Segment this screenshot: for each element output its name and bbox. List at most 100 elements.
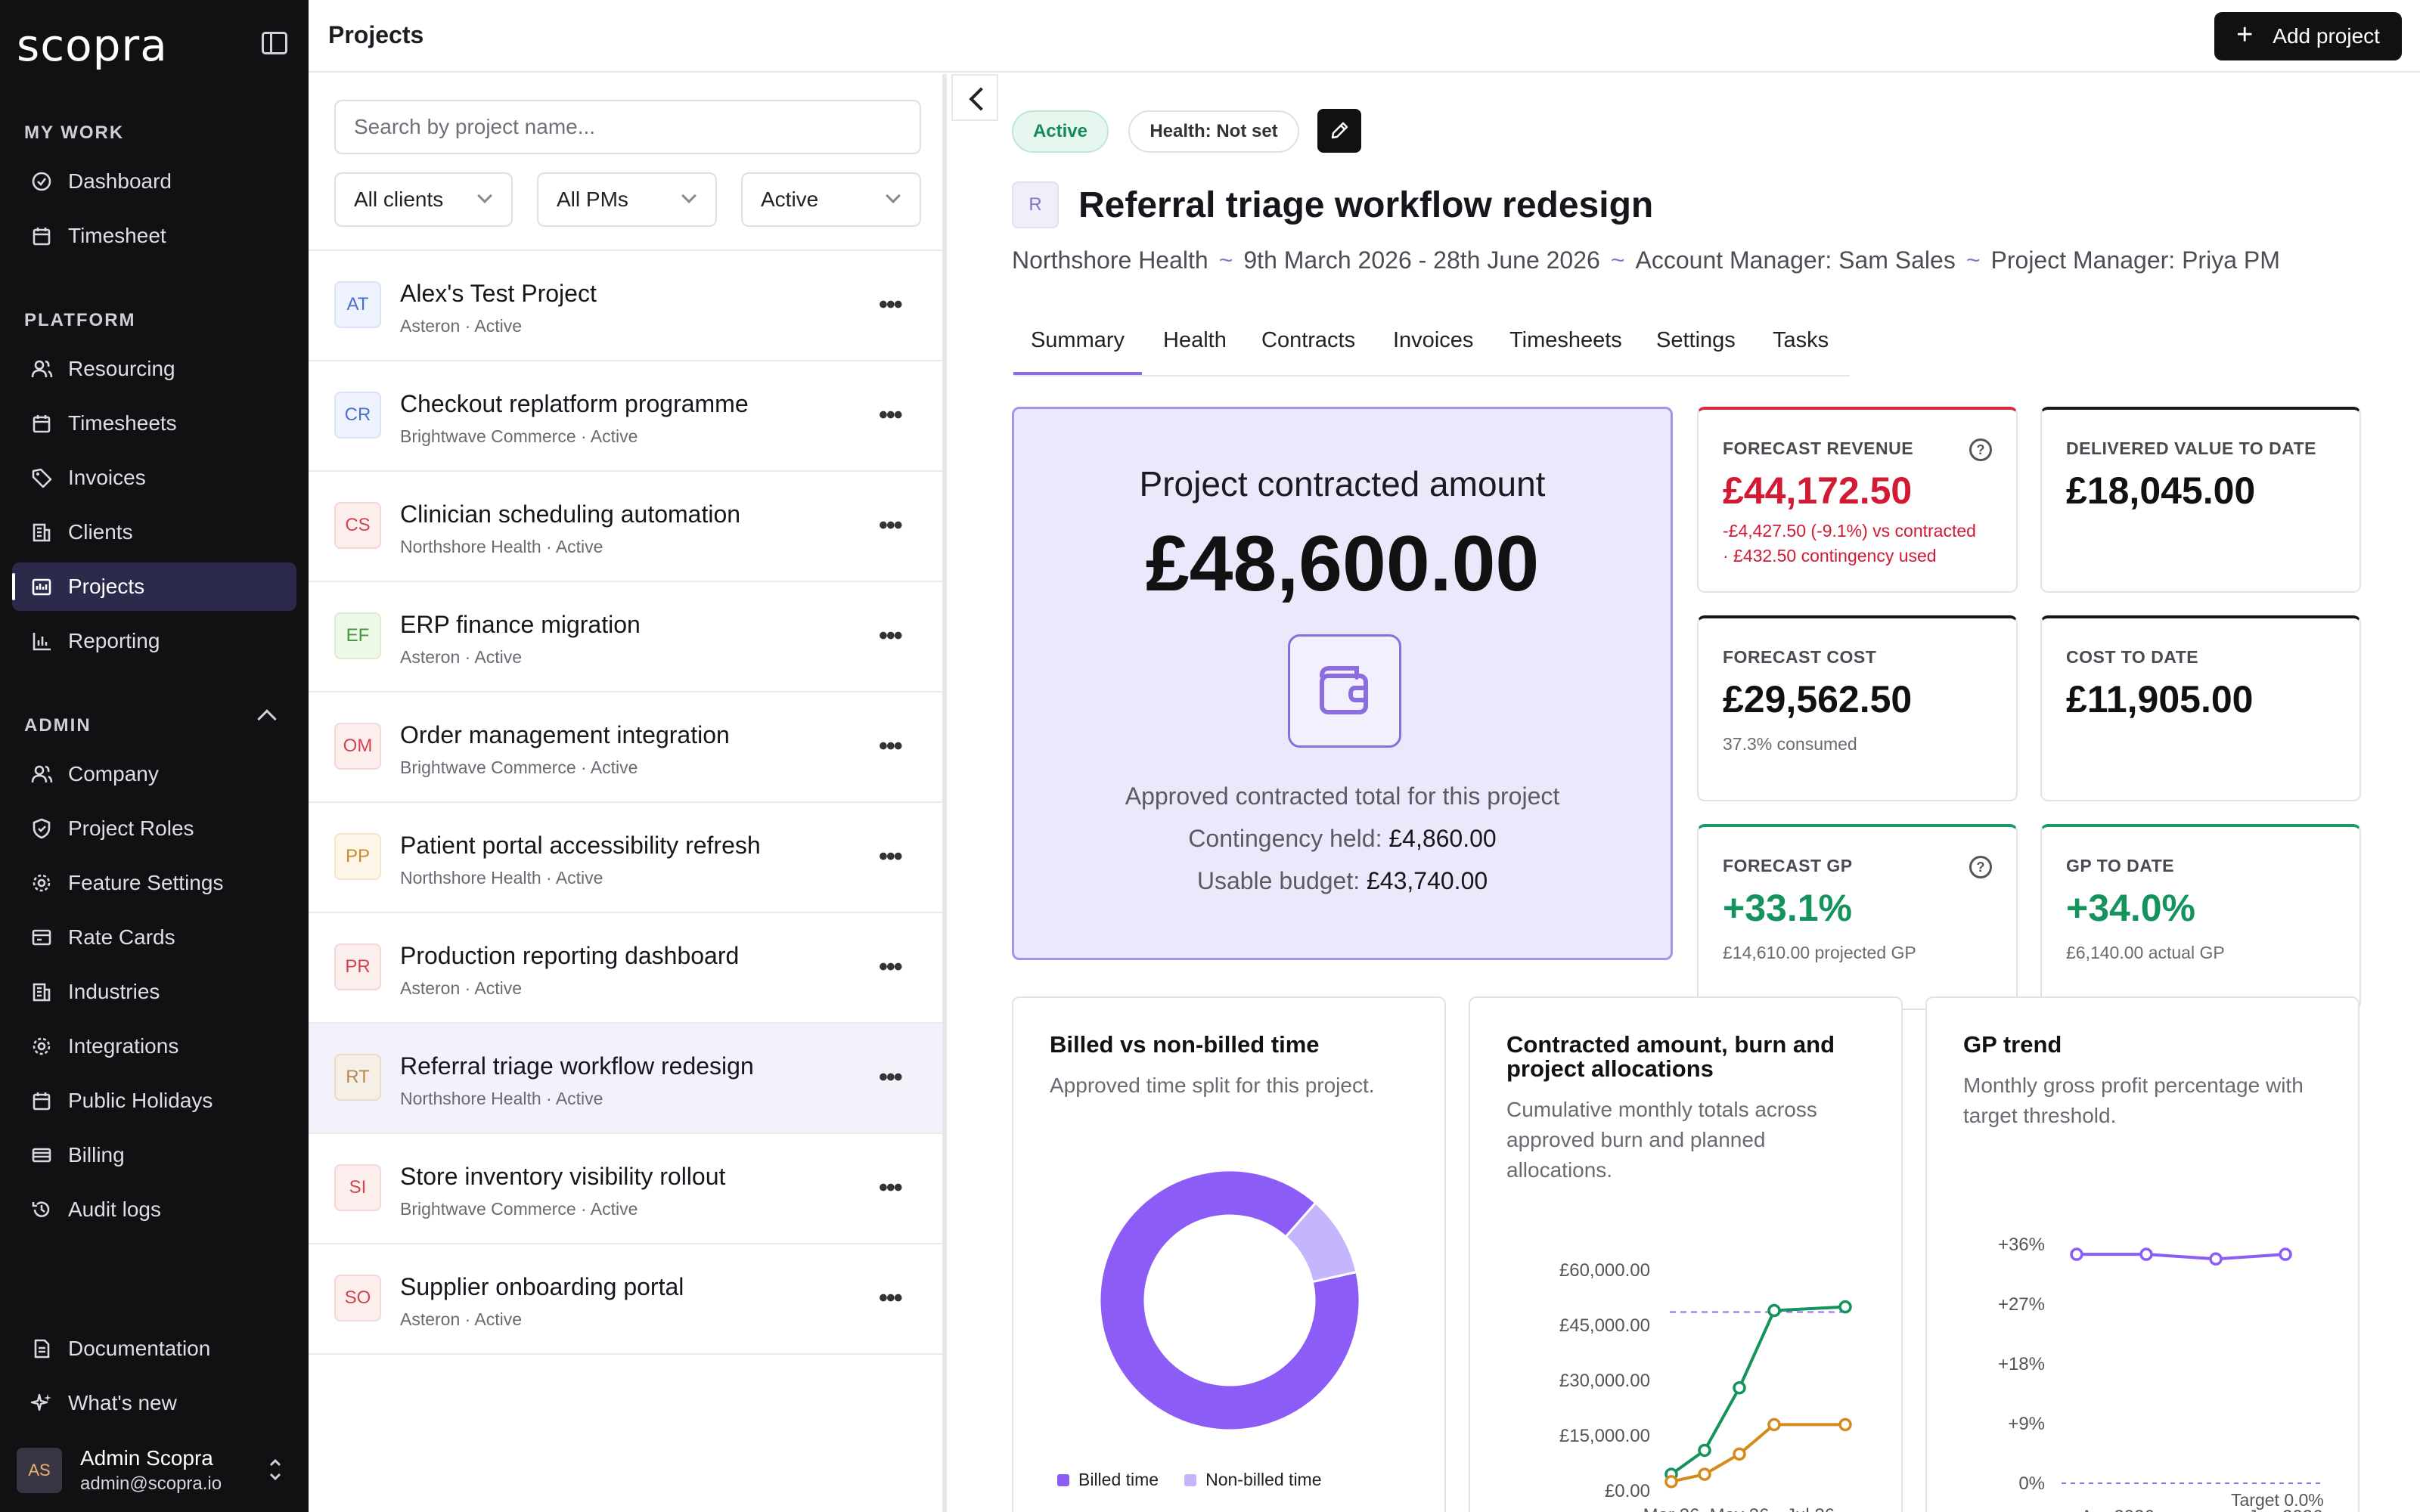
- kpi-label: COST TO DATE: [2066, 647, 2199, 667]
- collapse-list-button[interactable]: [951, 74, 998, 121]
- chevron-up-icon[interactable]: [257, 709, 277, 729]
- section-label-platform: PLATFORM: [24, 310, 136, 330]
- sidebar-item-billing[interactable]: Billing: [12, 1131, 296, 1179]
- project-meta: Northshore Health ~9th March 2026 - 28th …: [1012, 246, 2280, 274]
- more-options-icon[interactable]: •••: [879, 290, 903, 320]
- sidebar-item-integrations[interactable]: Integrations: [12, 1022, 296, 1070]
- status-badge: Active: [1012, 110, 1109, 153]
- sidebar-item-label: Project Roles: [68, 816, 194, 840]
- y-tick-label: +9%: [2008, 1414, 2045, 1434]
- delivered-value-card: DELIVERED VALUE TO DATE £18,045.00: [2040, 407, 2361, 593]
- gear-icon: [30, 872, 53, 894]
- help-icon[interactable]: ?: [1969, 438, 1992, 461]
- sidebar-toggle-icon[interactable]: [262, 32, 287, 54]
- sidebar-item-documentation[interactable]: Documentation: [12, 1325, 296, 1373]
- project-initials-badge: CS: [334, 502, 381, 549]
- status-filter-select[interactable]: Active: [741, 172, 921, 227]
- sidebar-item-industries[interactable]: Industries: [12, 968, 296, 1016]
- more-options-icon[interactable]: •••: [879, 1063, 903, 1092]
- sidebar-item-invoices[interactable]: Invoices: [12, 454, 296, 502]
- add-project-button[interactable]: + Add project: [2214, 12, 2402, 60]
- gp-trend-chart-card: GP trend Monthly gross profit percentage…: [1925, 996, 2360, 1512]
- sidebar-item-audit-logs[interactable]: Audit logs: [12, 1185, 296, 1234]
- tab-contracts[interactable]: Contracts: [1261, 328, 1355, 375]
- kpi-value: £29,562.50: [1723, 678, 1913, 720]
- project-list-item[interactable]: CR Checkout replatform programme Brightwav…: [309, 361, 942, 472]
- project-list-item[interactable]: RT Referral triage workflow redesign North…: [309, 1024, 942, 1134]
- sidebar-item-what-s-new[interactable]: What's new: [12, 1379, 296, 1427]
- data-point: [1698, 1443, 1711, 1458]
- folder-icon: [30, 575, 53, 598]
- avatar: AS: [17, 1448, 62, 1493]
- forecast-revenue-card: FORECAST REVENUE ? £44,172.50 -£4,427.50…: [1697, 407, 2018, 593]
- search-input[interactable]: [334, 100, 921, 154]
- edit-button[interactable]: [1317, 109, 1361, 153]
- more-options-icon[interactable]: •••: [879, 1173, 903, 1203]
- sidebar-item-timesheets[interactable]: Timesheets: [12, 399, 296, 448]
- x-tick-label: May 26: [1710, 1505, 1770, 1512]
- sidebar-item-timesheet[interactable]: Timesheet: [12, 212, 296, 260]
- sidebar-item-company[interactable]: Company: [12, 750, 296, 798]
- sidebar-item-projects[interactable]: Projects: [12, 562, 296, 611]
- more-options-icon[interactable]: •••: [879, 953, 903, 982]
- chevron-down-icon: [886, 188, 901, 203]
- more-options-icon[interactable]: •••: [879, 842, 903, 872]
- sidebar-item-dashboard[interactable]: Dashboard: [12, 157, 296, 206]
- x-tick-label: Jul 26: [1786, 1505, 1835, 1512]
- sidebar-item-label: Clients: [68, 520, 133, 544]
- project-list-item[interactable]: EF ERP finance migration Asteron · Active •…: [309, 582, 942, 692]
- client-filter-select[interactable]: All clients: [334, 172, 513, 227]
- project-client-status: Northshore Health · Active: [400, 537, 603, 556]
- top-bar: Projects + Add project: [309, 0, 2420, 73]
- tab-tasks[interactable]: Tasks: [1773, 328, 1829, 375]
- sidebar-item-feature-settings[interactable]: Feature Settings: [12, 859, 296, 907]
- gp-to-date-card: GP TO DATE +34.0% £6,140.00 actual GP: [2040, 824, 2361, 1010]
- project-list-item[interactable]: PR Production reporting dashboard Asteron …: [309, 913, 942, 1024]
- y-tick-label: £15,000.00: [1559, 1426, 1650, 1446]
- sidebar-item-public-holidays[interactable]: Public Holidays: [12, 1077, 296, 1125]
- more-options-icon[interactable]: •••: [879, 621, 903, 651]
- sidebar-item-resourcing[interactable]: Resourcing: [12, 345, 296, 393]
- data-point: [1733, 1447, 1746, 1461]
- tab-health[interactable]: Health: [1163, 328, 1227, 375]
- project-list-item[interactable]: SO Supplier onboarding portal Asteron · Ac…: [309, 1244, 942, 1355]
- tab-timesheets[interactable]: Timesheets: [1509, 328, 1622, 375]
- chevron-updown-icon: [269, 1458, 281, 1481]
- project-list-item[interactable]: CS Clinician scheduling automation Northsh…: [309, 472, 942, 582]
- more-options-icon[interactable]: •••: [879, 1284, 903, 1313]
- project-list-item[interactable]: PP Patient portal accessibility refresh No…: [309, 803, 942, 913]
- data-point: [1838, 1418, 1852, 1432]
- more-options-icon[interactable]: •••: [879, 732, 903, 761]
- sidebar-item-rate-cards[interactable]: Rate Cards: [12, 913, 296, 962]
- chart-subtitle-line: Monthly gross profit percentage with: [1963, 1074, 2304, 1097]
- sidebar-item-project-roles[interactable]: Project Roles: [12, 804, 296, 853]
- more-options-icon[interactable]: •••: [879, 511, 903, 541]
- sidebar-item-clients[interactable]: Clients: [12, 508, 296, 556]
- project-initials-badge: PP: [334, 833, 381, 880]
- project-name: Order management integration: [400, 721, 730, 748]
- project-list-item[interactable]: AT Alex's Test Project Asteron · Active •••: [309, 251, 942, 361]
- project-name: ERP finance migration: [400, 611, 641, 638]
- tab-settings[interactable]: Settings: [1656, 328, 1736, 375]
- tab-invoices[interactable]: Invoices: [1393, 328, 1473, 375]
- kpi-label: FORECAST GP: [1723, 856, 1853, 875]
- pm-filter-select[interactable]: All PMs: [537, 172, 717, 227]
- user-menu[interactable]: AS Admin Scopra admin@scopra.io: [12, 1438, 296, 1503]
- y-tick-label: £0.00: [1605, 1481, 1650, 1501]
- project-list-item[interactable]: SI Store inventory visibility rollout Brig…: [309, 1134, 942, 1244]
- project-name: Alex's Test Project: [400, 280, 597, 307]
- data-point: [2279, 1247, 2292, 1261]
- project-title: Referral triage workflow redesign: [1078, 185, 1654, 225]
- user-email: admin@scopra.io: [80, 1473, 222, 1494]
- project-list-item[interactable]: OM Order management integration Brightwave…: [309, 692, 942, 803]
- usable-budget-line: Usable budget: £43,740.00: [1014, 867, 1671, 895]
- y-tick-label: +18%: [1998, 1354, 2045, 1374]
- more-options-icon[interactable]: •••: [879, 401, 903, 430]
- sidebar-item-label: Public Holidays: [68, 1089, 213, 1112]
- chart-title-line: project allocations: [1506, 1055, 1714, 1082]
- tab-summary[interactable]: Summary: [1013, 328, 1142, 375]
- kpi-value: £44,172.50: [1723, 469, 1913, 512]
- sidebar-item-reporting[interactable]: Reporting: [12, 617, 296, 665]
- help-icon[interactable]: ?: [1969, 856, 1992, 878]
- contingency-value: £4,860.00: [1388, 825, 1497, 852]
